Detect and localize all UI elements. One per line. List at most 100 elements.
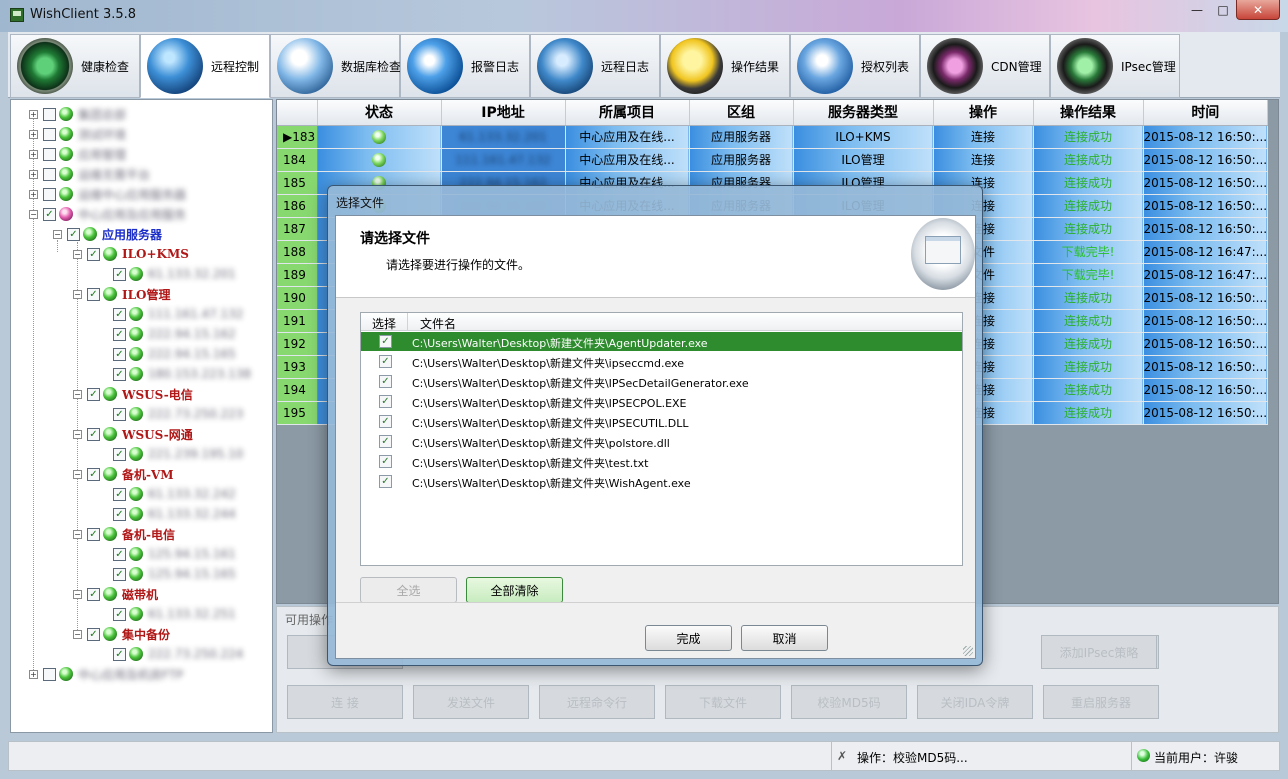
tree-checkbox[interactable]: ✓ [113, 447, 126, 461]
col-header-server-type[interactable]: 服务器类型 [793, 100, 934, 126]
time-cell[interactable]: 2015-08-12 16:50:... [1143, 194, 1269, 218]
tree-leaf[interactable]: ✓ 222.73.250.223 [113, 405, 243, 423]
tree-node[interactable]: − ✓ WSUS-电信 [73, 385, 193, 403]
row-number[interactable]: 189 [277, 263, 318, 287]
tree-checkbox[interactable]: ✓ [113, 487, 126, 501]
select-all-button[interactable]: 全选 [360, 577, 457, 603]
col-header-result[interactable]: 操作结果 [1033, 100, 1144, 126]
result-cell[interactable]: 下载完毕! [1033, 240, 1144, 264]
row-number[interactable]: 193 [277, 355, 318, 379]
collapse-toggle[interactable]: − [73, 469, 82, 479]
tab-cdn-management[interactable]: CDN管理 [920, 34, 1050, 98]
table-row[interactable]: 184 111.161.47.132 中心应用及在线... 应用服务器 ILO管理 连接 连… [277, 148, 1269, 172]
tree-node[interactable]: − ✓ 磁带机 [73, 585, 158, 603]
tree-node[interactable]: + 中心应用及机房FTP [29, 665, 183, 683]
file-checkbox[interactable]: ✓ [379, 395, 392, 408]
file-row[interactable]: ✓ C:\Users\Walter\Desktop\新建文件夹\ipseccmd.… [361, 352, 962, 371]
tree-node[interactable]: + 应用管理 [29, 145, 126, 163]
tab-alarm-log[interactable]: 报警日志 [400, 34, 530, 98]
row-number[interactable]: ▶183 [277, 125, 318, 149]
file-row[interactable]: ✓ C:\Users\Walter\Desktop\新建文件夹\polstore.… [361, 432, 962, 451]
collapse-toggle[interactable]: − [73, 429, 82, 439]
row-number[interactable]: 187 [277, 217, 318, 241]
tree-node[interactable]: + 运维无需平台 [29, 165, 150, 183]
tree-checkbox[interactable]: ✓ [113, 567, 126, 581]
project-cell[interactable]: 中心应用及在线... [565, 125, 690, 149]
cancel-button[interactable]: 取消 [741, 625, 828, 651]
ip-cell[interactable]: 111.161.47.132 [441, 148, 566, 172]
tree-node[interactable]: − ✓ ILO管理 [73, 285, 171, 303]
tree-checkbox[interactable]: ✓ [113, 547, 126, 561]
result-cell[interactable]: 连接成功 [1033, 286, 1144, 310]
tree-leaf[interactable]: ✓ 222.94.15.165 [113, 345, 236, 363]
col-header-select[interactable]: 选择 [372, 315, 396, 332]
tree-leaf[interactable]: ✓ 111.161.47.132 [113, 305, 243, 323]
tree-leaf[interactable]: ✓ 125.94.15.161 [113, 545, 236, 563]
expand-toggle[interactable]: + [29, 149, 38, 159]
tree-leaf[interactable]: ✓ 61.133.32.251 [113, 605, 236, 623]
result-cell[interactable]: 连接成功 [1033, 401, 1144, 425]
tree-checkbox[interactable] [43, 667, 56, 681]
operation-cell[interactable]: 连接 [933, 125, 1034, 149]
table-row[interactable]: ▶183 61.133.32.201 中心应用及在线... 应用服务器 ILO+KMS 连… [277, 125, 1269, 149]
tree-checkbox[interactable]: ✓ [87, 527, 100, 541]
tree-node[interactable]: + 运维中心应用服务器 [29, 185, 186, 203]
collapse-toggle[interactable]: − [73, 249, 82, 259]
tree-checkbox[interactable]: ✓ [113, 367, 126, 381]
result-cell[interactable]: 连接成功 [1033, 378, 1144, 402]
time-cell[interactable]: 2015-08-12 16:50:... [1143, 286, 1269, 310]
file-checkbox[interactable]: ✓ [379, 375, 392, 388]
collapse-toggle[interactable]: − [73, 529, 82, 539]
send-file-button[interactable]: 发送文件 [413, 685, 529, 719]
tree-checkbox[interactable] [43, 167, 56, 181]
result-cell[interactable]: 下载完毕! [1033, 263, 1144, 287]
row-number[interactable]: 192 [277, 332, 318, 356]
zone-cell[interactable]: 应用服务器 [689, 148, 794, 172]
project-cell[interactable]: 中心应用及在线... [565, 148, 690, 172]
time-cell[interactable]: 2015-08-12 16:50:... [1143, 401, 1269, 425]
tree-checkbox[interactable]: ✓ [113, 307, 126, 321]
row-number[interactable]: 195 [277, 401, 318, 425]
close-ida-token-button[interactable]: 关闭IDA令牌 [917, 685, 1033, 719]
tree-leaf[interactable]: ✓ 222.73.250.224 [113, 645, 243, 663]
file-row[interactable]: ✓ C:\Users\Walter\Desktop\新建文件夹\IPSECPOL.… [361, 392, 962, 411]
tree-leaf[interactable]: ✓ 61.133.32.242 [113, 485, 236, 503]
zone-cell[interactable]: 应用服务器 [689, 125, 794, 149]
restart-server-button[interactable]: 重启服务器 [1043, 685, 1159, 719]
tab-license-list[interactable]: 授权列表 [790, 34, 920, 98]
row-number[interactable]: 194 [277, 378, 318, 402]
collapse-toggle[interactable]: − [73, 589, 82, 599]
tree-leaf[interactable]: ✓ 180.153.223.138 [113, 365, 251, 383]
collapse-toggle[interactable]: − [73, 389, 82, 399]
tree-checkbox[interactable]: ✓ [87, 467, 100, 481]
row-number[interactable]: 190 [277, 286, 318, 310]
expand-toggle[interactable]: + [29, 109, 38, 119]
result-cell[interactable]: 连接成功 [1033, 125, 1144, 149]
result-cell[interactable]: 连接成功 [1033, 309, 1144, 333]
tab-ipsec-management[interactable]: IPsec管理 [1050, 34, 1180, 98]
time-cell[interactable]: 2015-08-12 16:47:... [1143, 263, 1269, 287]
tab-operation-result[interactable]: 操作结果 [660, 34, 790, 98]
tree-checkbox[interactable]: ✓ [113, 607, 126, 621]
tree-leaf[interactable]: ✓ 125.94.15.165 [113, 565, 236, 583]
time-cell[interactable]: 2015-08-12 16:50:... [1143, 355, 1269, 379]
col-header-status[interactable]: 状态 [317, 100, 442, 126]
time-cell[interactable]: 2015-08-12 16:50:... [1143, 217, 1269, 241]
time-cell[interactable]: 2015-08-12 16:50:... [1143, 171, 1269, 195]
collapse-toggle[interactable]: − [29, 209, 38, 219]
tree-checkbox[interactable]: ✓ [113, 507, 126, 521]
file-row[interactable]: ✓ C:\Users\Walter\Desktop\新建文件夹\IPSECUTIL… [361, 412, 962, 431]
expand-toggle[interactable]: + [29, 189, 38, 199]
tree-node[interactable]: + 集团总部 [29, 105, 126, 123]
tab-health-check[interactable]: 健康检查 [10, 34, 140, 98]
tree-checkbox[interactable]: ✓ [113, 647, 126, 661]
clear-all-button[interactable]: 全部清除 [466, 577, 563, 603]
tree-checkbox[interactable] [43, 107, 56, 121]
file-checkbox[interactable]: ✓ [379, 415, 392, 428]
maximize-button[interactable]: □ [1210, 0, 1236, 20]
col-header-project[interactable]: 所属项目 [565, 100, 690, 126]
col-header-time[interactable]: 时间 [1143, 100, 1269, 126]
tree-node[interactable]: − ✓ 中心应用及应用服务 [29, 205, 186, 223]
file-checkbox[interactable]: ✓ [379, 475, 392, 488]
file-checkbox[interactable]: ✓ [379, 435, 392, 448]
